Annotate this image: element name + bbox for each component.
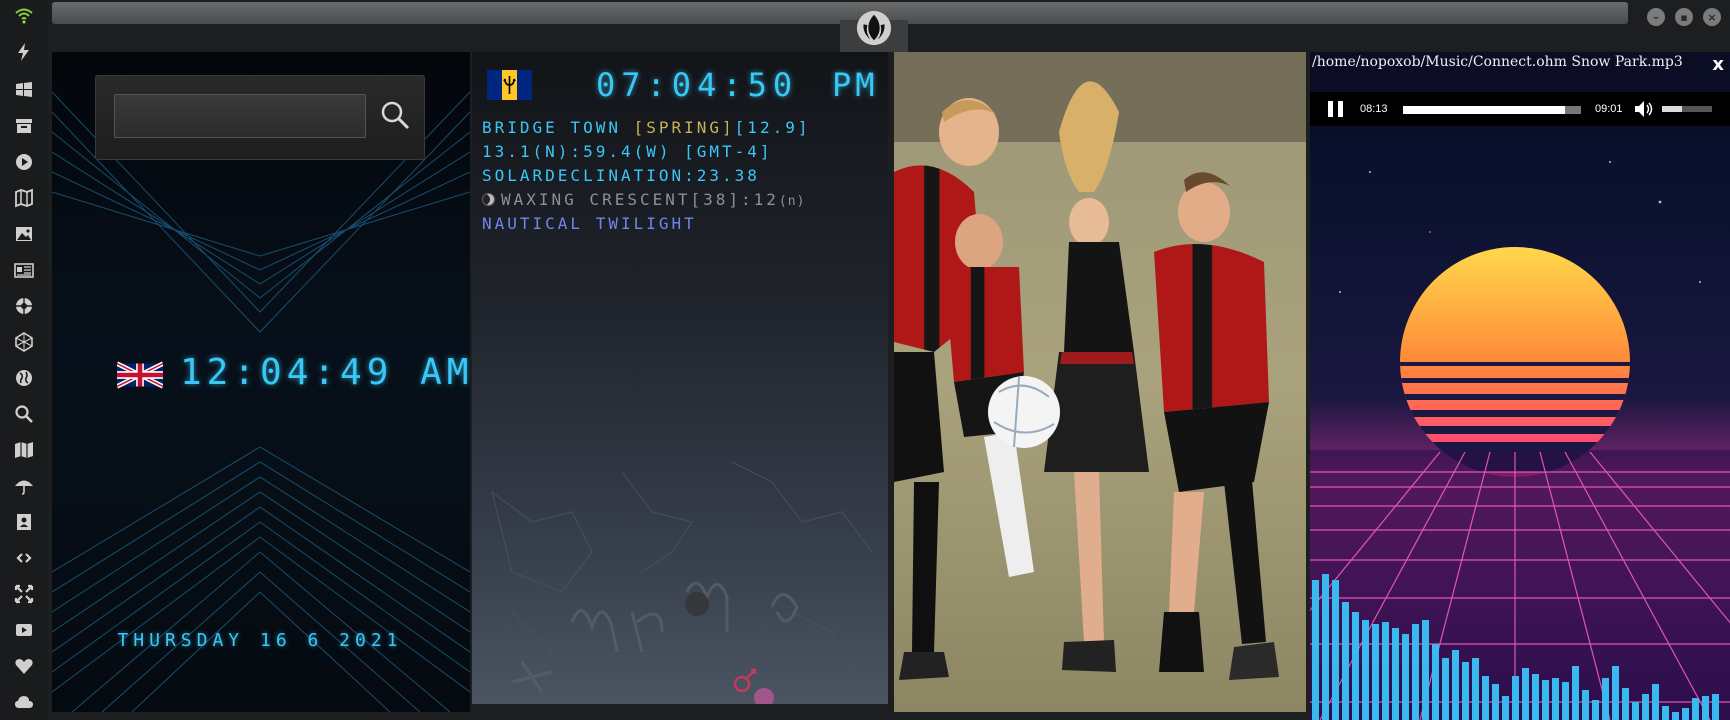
maximize-button[interactable]: ▪ [1675, 8, 1693, 26]
news-icon[interactable] [12, 258, 36, 282]
minimize-button[interactable]: – [1647, 8, 1665, 26]
seek-progress [1403, 106, 1565, 114]
rebel-emblem-icon [856, 10, 892, 46]
lightning-icon[interactable] [12, 40, 36, 64]
current-time: 08:13 [1360, 103, 1388, 115]
visualizer-bar [1622, 688, 1629, 720]
map-book-icon[interactable] [12, 186, 36, 210]
visualizer-bar [1662, 706, 1669, 720]
coordinates-line: 13.1(N):59.4(W) [GMT-4] [482, 142, 773, 161]
wifi-icon[interactable] [12, 4, 36, 28]
visualizer-bar [1352, 612, 1359, 720]
visualizer-bar [1452, 650, 1459, 720]
visualizer-bar [1412, 624, 1419, 720]
visualizer-bar [1482, 676, 1489, 720]
uk-flag-icon [117, 361, 163, 389]
uk-clock-panel: 12:04:49 AM THURSDAY 16 6 2021 [52, 52, 470, 712]
visualizer-bar [1442, 658, 1449, 720]
synthwave-album-art [1310, 132, 1730, 720]
visualizer-bar [1322, 574, 1329, 720]
globe-icon[interactable] [12, 366, 36, 390]
hexagon-icon[interactable] [12, 330, 36, 354]
visualizer-bar [1312, 580, 1319, 720]
visualizer-bar [1372, 624, 1379, 720]
solar-declination-line: SOLARDECLINATION:23.38 [482, 166, 760, 185]
visualizer-bar [1432, 644, 1439, 720]
search-box [95, 75, 425, 160]
windows-icon[interactable] [12, 78, 36, 102]
player-controls: 08:13 09:01 [1310, 92, 1730, 126]
duration: 09:01 [1595, 103, 1623, 115]
moon-phase-line: WAXING CRESCENT[38]:12(n) [482, 190, 805, 209]
close-window-button[interactable]: × [1703, 8, 1721, 26]
volume-slider[interactable] [1662, 106, 1712, 112]
visualizer-bar [1702, 696, 1709, 720]
uk-date: THURSDAY 16 6 2021 [117, 630, 403, 651]
image-icon[interactable] [12, 222, 36, 246]
music-player: /home/nopoxob/Music/Connect.ohm Snow Par… [1310, 52, 1730, 720]
visualizer-bar [1632, 702, 1639, 720]
soccer-photo-image [894, 52, 1306, 712]
archive-icon[interactable] [12, 114, 36, 138]
visualizer-bar [1592, 700, 1599, 720]
visualizer-bar [1522, 668, 1529, 720]
youtube-icon[interactable] [12, 618, 36, 642]
visualizer-bar [1492, 684, 1499, 720]
city-season-line: BRIDGE TOWN [SPRING][12.9] [482, 118, 811, 137]
visualizer-bar [1362, 620, 1369, 720]
bridgetown-ampm: PM [832, 66, 879, 104]
visualizer-bar [1502, 696, 1509, 720]
visualizer-bar [1652, 684, 1659, 720]
track-file-path: /home/nopoxob/Music/Connect.ohm Snow Par… [1312, 54, 1683, 70]
visualizer-bar [1582, 690, 1589, 720]
visualizer-bar [1512, 676, 1519, 720]
visualizer-bar [1392, 628, 1399, 720]
visualizer-bar [1672, 712, 1679, 720]
visualizer-bar [1532, 674, 1539, 720]
visualizer-bar [1572, 666, 1579, 720]
close-player-button[interactable]: x [1712, 54, 1724, 75]
visualizer-bar [1542, 680, 1549, 720]
twilight-line: NAUTICAL TWILIGHT [482, 214, 697, 233]
visualizer-bar [1462, 662, 1469, 720]
launcher-rail [0, 0, 48, 720]
play-icon[interactable] [12, 150, 36, 174]
bridgetown-info-panel: 07:04:50 PM BRIDGE TOWN [SPRING][12.9] 1… [472, 52, 888, 704]
volume-level [1662, 106, 1682, 112]
barbados-flag-icon [487, 70, 532, 100]
visualizer-bar [1642, 694, 1649, 720]
seek-bar[interactable] [1403, 106, 1581, 114]
visualizer-bar [1382, 622, 1389, 720]
visualizer-bar [1552, 678, 1559, 720]
moon-phase-icon [482, 193, 495, 206]
expand-icon[interactable] [12, 582, 36, 606]
volume-icon[interactable] [1634, 100, 1654, 118]
desktop: – ▪ × 12:04:49 AM THURSDAY 16 6 2021 07:… [0, 0, 1730, 720]
cloud-icon[interactable] [12, 690, 36, 714]
visualizer-bar [1342, 602, 1349, 720]
visualizer-bar [1602, 678, 1609, 720]
visualizer-bar [1332, 580, 1339, 720]
search-icon[interactable] [378, 98, 412, 134]
heart-icon[interactable] [12, 654, 36, 678]
search-input[interactable] [114, 94, 366, 138]
visualizer-bar [1712, 694, 1719, 720]
umbrella-icon[interactable] [12, 474, 36, 498]
visualizer-bar [1612, 666, 1619, 720]
map-icon[interactable] [12, 438, 36, 462]
search-icon[interactable] [12, 402, 36, 426]
bridgetown-time: 07:04:50 [596, 66, 799, 104]
visualizer-bar [1682, 708, 1689, 720]
visualizer-bar [1562, 682, 1569, 720]
visualizer-bar [1402, 634, 1409, 720]
rebel-icon[interactable] [12, 294, 36, 318]
contact-icon[interactable] [12, 510, 36, 534]
pause-button[interactable] [1328, 101, 1344, 117]
visualizer-bar [1422, 620, 1429, 720]
uk-time: 12:04:49 AM [180, 352, 470, 393]
wallpaper-photo [894, 52, 1306, 712]
visualizer-bar [1692, 698, 1699, 720]
link-icon[interactable] [12, 546, 36, 570]
visualizer-bar [1472, 658, 1479, 720]
